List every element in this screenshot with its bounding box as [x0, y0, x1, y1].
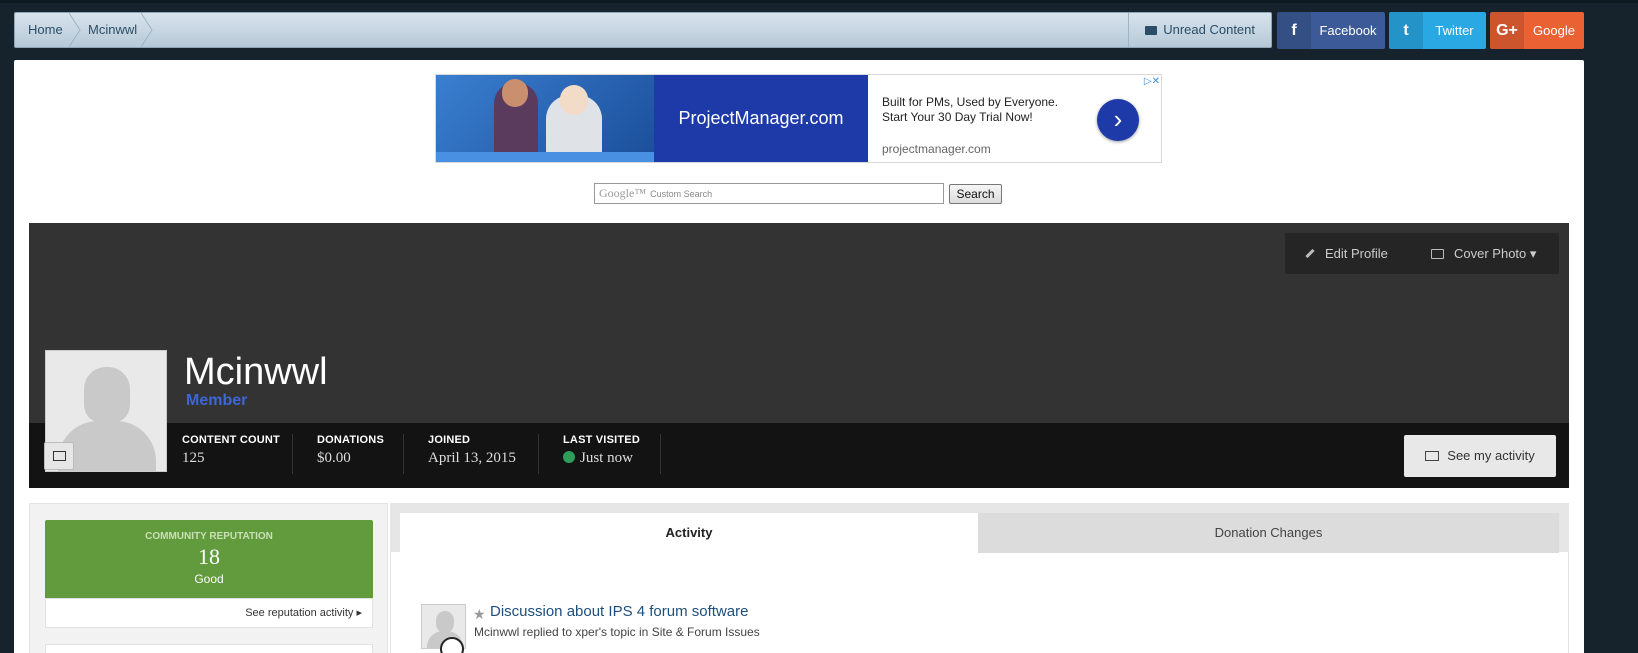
ad-headline: Built for PMs, Used by Everyone. Start Y…	[882, 95, 1059, 124]
reputation-title: COMMUNITY REPUTATION	[145, 531, 273, 542]
breadcrumb-home[interactable]: Home	[28, 13, 63, 47]
tab-activity[interactable]: Activity	[400, 513, 978, 553]
google-plus-button[interactable]: G+ Google	[1490, 12, 1584, 49]
search-button[interactable]: Search	[949, 184, 1002, 204]
tab-donation-changes[interactable]: Donation Changes	[978, 513, 1559, 553]
image-icon	[1431, 249, 1444, 259]
unread-content-link[interactable]: Unread Content	[1128, 13, 1271, 47]
ad-photo	[436, 75, 654, 162]
pencil-icon	[1305, 248, 1315, 259]
ad-brand: ProjectManager.com	[654, 75, 868, 162]
online-status-icon	[563, 451, 575, 463]
stat-divider	[538, 434, 539, 474]
ad-arrow-icon[interactable]: ›	[1097, 99, 1139, 141]
newspaper-icon	[1425, 451, 1440, 461]
search-input[interactable]: Google™ Custom Search	[594, 183, 944, 204]
cover-photo-button[interactable]: Cover Photo ▾	[1431, 233, 1536, 274]
image-icon	[53, 451, 66, 461]
star-icon: ★	[473, 606, 486, 622]
twitter-button[interactable]: t Twitter	[1389, 12, 1486, 49]
profile-username: Mcinwwl	[184, 351, 328, 393]
facebook-label: Facebook	[1319, 23, 1377, 38]
unread-content-label: Unread Content	[1163, 22, 1255, 37]
stat-divider	[292, 434, 293, 474]
google-plus-icon: G+	[1490, 12, 1524, 49]
stat-value: $0.00	[317, 450, 351, 466]
see-activity-button[interactable]: See my activity	[1404, 435, 1556, 477]
twitter-icon: t	[1389, 12, 1423, 49]
stat-value: April 13, 2015	[428, 450, 516, 466]
edit-profile-button[interactable]: Edit Profile	[1305, 233, 1388, 274]
reputation-activity-link[interactable]: See reputation activity ▸	[45, 598, 373, 628]
breadcrumb-separator-icon	[141, 13, 153, 47]
stat-last-visited: LAST VISITED Just now	[563, 434, 640, 474]
stat-label: LAST VISITED	[563, 434, 640, 446]
ad-url: projectmanager.com	[882, 142, 991, 156]
top-edge	[0, 0, 1638, 3]
profile-group: Member	[186, 392, 248, 409]
reputation-panel: COMMUNITY REPUTATION 18 Good	[45, 520, 373, 598]
see-activity-label: See my activity	[1447, 448, 1535, 463]
folder-icon	[1145, 26, 1158, 35]
edit-profile-label: Edit Profile	[1325, 246, 1388, 261]
google-logo: Google™	[599, 186, 647, 200]
breadcrumb: Home Mcinwwl Unread Content	[14, 12, 1272, 48]
stat-divider	[403, 434, 404, 474]
feed-item-subtitle: Mcinwwl replied to xper's topic in Site …	[474, 625, 760, 639]
profile-tabs: Activity Donation Changes	[390, 503, 1569, 553]
advertisement[interactable]: ProjectManager.com Built for PMs, Used b…	[435, 74, 1162, 163]
breadcrumb-separator-icon	[69, 13, 81, 47]
stat-value: 125	[182, 450, 205, 466]
reputation-value: 18	[198, 544, 220, 569]
change-photo-button[interactable]	[44, 442, 74, 470]
feed-item-title[interactable]: Discussion about IPS 4 forum software	[490, 603, 748, 620]
stat-label: DONATIONS	[317, 434, 384, 446]
stat-divider	[660, 434, 661, 474]
cover-photo-label: Cover Photo ▾	[1454, 246, 1537, 261]
facebook-button[interactable]: f Facebook	[1277, 12, 1385, 49]
sidebar-box	[45, 644, 373, 653]
reputation-label: Good	[194, 572, 224, 586]
cover-actions: Edit Profile Cover Photo ▾	[1285, 233, 1559, 274]
stat-label: JOINED	[428, 434, 471, 446]
twitter-label: Twitter	[1435, 23, 1474, 38]
facebook-icon: f	[1277, 12, 1311, 49]
search-placeholder: Custom Search	[650, 189, 713, 199]
google-label: Google	[1533, 23, 1575, 38]
stat-value: Just now	[580, 450, 633, 466]
stat-label: CONTENT COUNT	[182, 434, 280, 446]
breadcrumb-user[interactable]: Mcinwwl	[88, 13, 137, 47]
ad-close-icon[interactable]: ▷✕	[1144, 76, 1160, 87]
stat-donations: DONATIONS $0.00	[317, 434, 384, 474]
stat-joined: JOINED April 13, 2015	[428, 434, 516, 474]
stat-content-count: CONTENT COUNT 125	[182, 434, 280, 474]
